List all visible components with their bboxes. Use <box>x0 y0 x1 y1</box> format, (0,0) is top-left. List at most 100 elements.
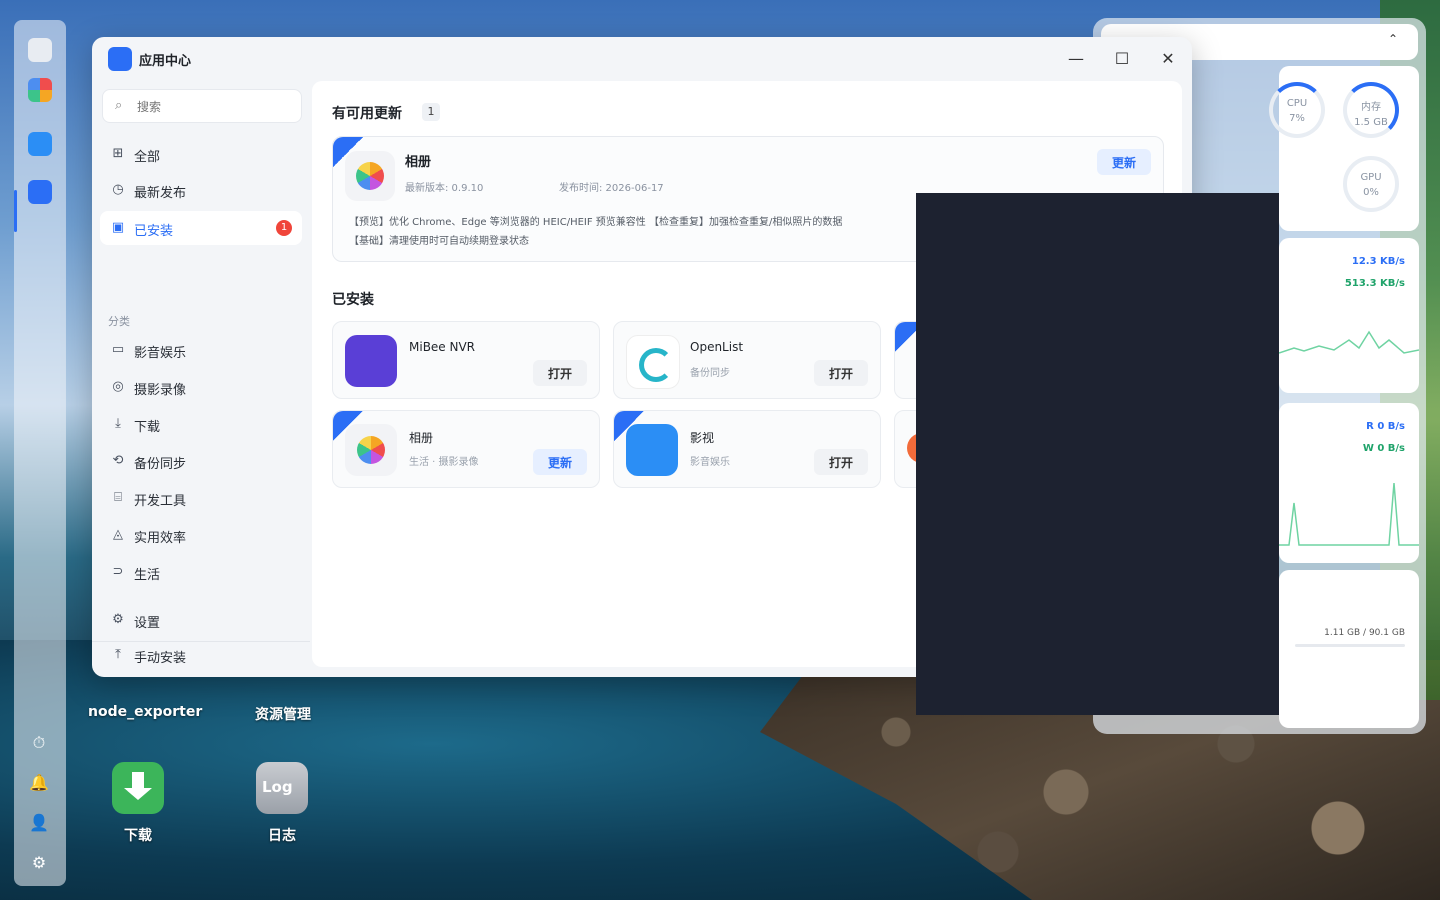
update-app-name: 相册 <box>405 155 432 170</box>
disk-io-chart <box>1279 482 1419 546</box>
open-button[interactable]: 打开 <box>814 360 868 386</box>
window-title: 应用中心 <box>139 54 192 69</box>
gear-icon[interactable]: ⚙ <box>28 852 50 874</box>
gpu-label: GPU <box>1360 172 1382 183</box>
log-icon-text: Log <box>262 778 293 796</box>
update-release-date: 发布时间: 2026-06-17 <box>559 183 664 194</box>
app-card-yingshi[interactable]: 影视 影音娱乐 打开 <box>613 410 881 488</box>
network-upload: 12.3 KB/s <box>1351 256 1405 267</box>
search-input[interactable] <box>135 96 289 118</box>
app-category: 影音娱乐 <box>690 457 730 468</box>
tools-icon: ◬ <box>113 527 123 542</box>
app-category: 生活 · 摄影录像 <box>409 457 479 468</box>
app-center-icon[interactable] <box>28 180 52 204</box>
nav-all[interactable]: ⊞ 全部 <box>100 137 302 171</box>
log-icon[interactable]: Log <box>256 762 308 814</box>
app-card-openlist[interactable]: OpenList 备份同步 打开 <box>613 321 881 399</box>
apps-grid-icon[interactable] <box>28 78 52 102</box>
category-label: 开发工具 <box>134 494 187 509</box>
resource-gauges-card: CPU 7% 内存 1.5 GB GPU 0% <box>1269 66 1419 231</box>
category-productivity[interactable]: ◬ 实用效率 <box>100 518 302 552</box>
installed-heading: 已安装 <box>332 292 374 308</box>
update-note-1: 【预览】优化 Chrome、Edge 等浏览器的 HEIC/HEIF 预览兼容性… <box>349 217 843 228</box>
category-label: 实用效率 <box>134 531 187 546</box>
download-icon: ⤓ <box>115 416 121 431</box>
code-icon: ⌸ <box>114 490 122 505</box>
app-card-photos[interactable]: 相册 生活 · 摄影录像 更新 <box>332 410 600 488</box>
gpu-gauge: GPU 0% <box>1343 156 1399 212</box>
folder-icon[interactable] <box>28 38 52 62</box>
memory-label: 内存 <box>1361 102 1381 113</box>
clock-icon[interactable]: ⏱ <box>28 732 50 754</box>
gpu-value: 0% <box>1363 187 1379 198</box>
category-photo[interactable]: ◎ 摄影录像 <box>100 370 302 404</box>
category-label: 下载 <box>134 420 161 435</box>
category-label: 摄影录像 <box>134 383 187 398</box>
app-center-logo-icon <box>108 47 132 71</box>
desktop-label-download: 下载 <box>124 828 152 844</box>
photos-app-icon <box>345 151 395 201</box>
category-label: 影音娱乐 <box>134 346 187 361</box>
network-card: 12.3 KB/s 513.3 KB/s <box>1279 238 1419 393</box>
updates-heading: 有可用更新 <box>332 106 402 122</box>
app-name: 影视 <box>690 431 715 445</box>
installed-badge: 1 <box>276 220 292 236</box>
memory-value: 1.5 GB <box>1354 117 1388 128</box>
disk-read: R 0 B/s <box>1366 421 1405 432</box>
category-backup[interactable]: ⟲ 备份同步 <box>100 444 302 478</box>
update-button[interactable]: 更新 <box>533 449 587 475</box>
clock-icon: ◷ <box>112 182 124 197</box>
nav-latest[interactable]: ◷ 最新发布 <box>100 173 302 207</box>
update-version: 最新版本: 0.9.10 <box>405 183 484 194</box>
nav-installed[interactable]: ▣ 已安装 1 <box>100 211 302 245</box>
cpu-label: CPU <box>1286 98 1308 109</box>
storage-card: 1.11 GB / 90.1 GB <box>1279 570 1419 728</box>
category-section-label: 分类 <box>108 315 130 328</box>
openlist-icon <box>626 335 680 389</box>
maximize-button[interactable]: ☐ <box>1110 47 1134 71</box>
disk-io-card: R 0 B/s W 0 B/s <box>1279 403 1419 563</box>
desktop-icon-node-exporter[interactable]: node_exporter <box>88 704 202 720</box>
category-life[interactable]: ⊃ 生活 <box>100 555 302 589</box>
download-icon[interactable] <box>112 762 164 814</box>
category-media[interactable]: ▭ 影音娱乐 <box>100 333 302 367</box>
user-icon[interactable]: 👤 <box>28 812 50 834</box>
nav-manual-install-label: 手动安装 <box>134 651 187 666</box>
update-note-2: 【基础】清理使用时可自动续期登录状态 <box>349 236 529 247</box>
cpu-gauge: CPU 7% <box>1269 82 1325 138</box>
camera-icon: ◎ <box>112 379 124 394</box>
app-name: MiBee NVR <box>409 340 476 354</box>
cup-icon: ⊃ <box>112 564 124 579</box>
desktop-icon-resource-manager[interactable]: 资源管理 <box>255 704 311 724</box>
nav-settings[interactable]: ⚙ 设置 <box>100 603 302 637</box>
app-name: 相册 <box>409 431 434 445</box>
app-card-mibee[interactable]: MiBee NVR 打开 <box>332 321 600 399</box>
category-devtools[interactable]: ⌸ 开发工具 <box>100 481 302 515</box>
map-pin-icon[interactable] <box>28 132 52 156</box>
app-name: OpenList <box>690 340 744 354</box>
nav-manual-install[interactable]: ⤒ 手动安装 <box>100 638 302 672</box>
open-button[interactable]: 打开 <box>533 360 587 386</box>
network-download: 513.3 KB/s <box>1344 278 1405 289</box>
upload-icon: ⤒ <box>115 647 121 662</box>
category-label: 备份同步 <box>134 457 187 472</box>
minimize-button[interactable]: — <box>1064 47 1088 71</box>
disk-write: W 0 B/s <box>1362 443 1405 454</box>
video-icon: ▭ <box>111 342 125 357</box>
grid-icon: ⊞ <box>112 146 124 161</box>
network-chart <box>1279 330 1419 354</box>
bell-icon[interactable]: 🔔 <box>28 772 50 794</box>
nav-installed-label: 已安装 <box>134 224 174 239</box>
update-button[interactable]: 更新 <box>1097 149 1151 175</box>
collapse-icon[interactable]: ⌃ <box>1388 32 1398 46</box>
updates-count: 1 <box>422 103 440 121</box>
close-button[interactable]: ✕ <box>1156 47 1180 71</box>
category-label: 生活 <box>134 568 161 583</box>
left-dock: ⏱ 🔔 👤 ⚙ <box>14 20 66 886</box>
open-button[interactable]: 打开 <box>814 449 868 475</box>
installed-icon: ▣ <box>111 220 125 235</box>
search-box[interactable]: ⌕ <box>102 89 302 123</box>
search-icon: ⌕ <box>115 98 123 113</box>
gear-icon: ⚙ <box>112 612 124 627</box>
category-download[interactable]: ⤓ 下载 <box>100 407 302 441</box>
